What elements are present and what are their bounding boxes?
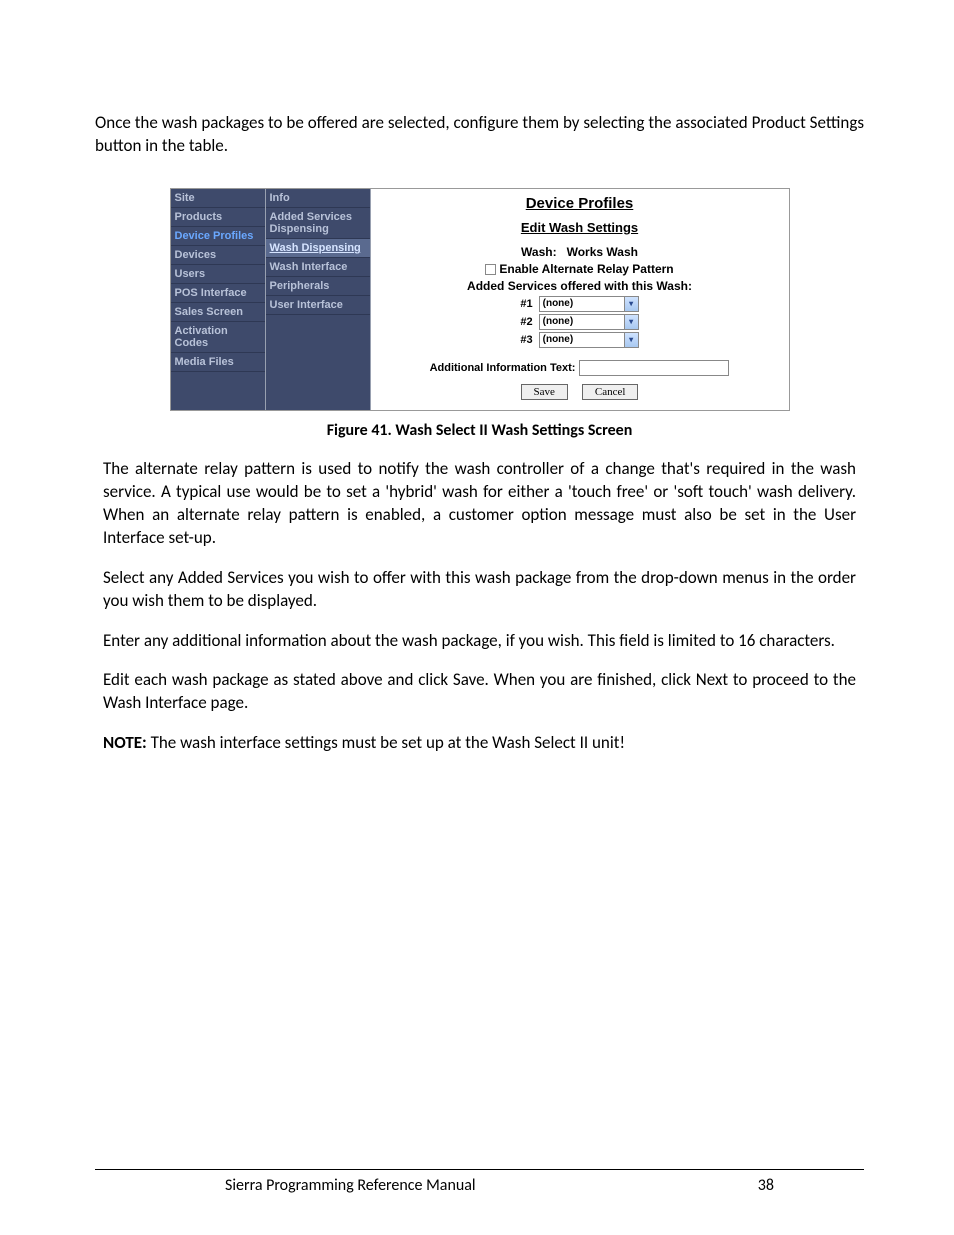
paragraph-4: Edit each wash package as stated above a… <box>95 669 864 715</box>
chevron-down-icon: ▾ <box>624 315 638 329</box>
subnav-wash-dispensing[interactable]: Wash Dispensing <box>266 239 370 258</box>
cancel-button[interactable]: Cancel <box>582 384 639 400</box>
figure-caption: Figure 41. Wash Select II Wash Settings … <box>95 421 864 440</box>
nav-users[interactable]: Users <box>171 265 265 284</box>
wash-value: Works Wash <box>567 245 638 259</box>
additional-info-row: Additional Information Text: <box>381 360 779 376</box>
service-num-1: #1 <box>520 298 532 310</box>
sub-nav: Info Added Services Dispensing Wash Disp… <box>266 189 371 410</box>
paragraph-2: Select any Added Services you wish to of… <box>95 567 864 613</box>
service-row-2: #2 (none) ▾ <box>381 314 779 330</box>
note-paragraph: NOTE: The wash interface settings must b… <box>95 732 864 755</box>
figure-wrap: Site Products Device Profiles Devices Us… <box>95 188 864 440</box>
nav-site[interactable]: Site <box>171 189 265 208</box>
service-dropdown-1[interactable]: (none) ▾ <box>539 296 639 312</box>
subnav-added-services-dispensing[interactable]: Added Services Dispensing <box>266 208 370 239</box>
enable-alt-label: Enable Alternate Relay Pattern <box>499 262 673 276</box>
services-header: Added Services offered with this Wash: <box>381 279 779 293</box>
subnav-user-interface[interactable]: User Interface <box>266 296 370 315</box>
nav-device-profiles[interactable]: Device Profiles <box>171 227 265 246</box>
main-panel: Device Profiles Edit Wash Settings Wash:… <box>371 189 789 410</box>
enable-alt-line: Enable Alternate Relay Pattern <box>381 262 779 276</box>
subnav-info[interactable]: Info <box>266 189 370 208</box>
service-value-1: (none) <box>543 298 574 309</box>
paragraph-1: The alternate relay pattern is used to n… <box>95 458 864 550</box>
nav-media-files[interactable]: Media Files <box>171 353 265 372</box>
service-value-2: (none) <box>543 316 574 327</box>
service-num-2: #2 <box>520 316 532 328</box>
additional-info-input[interactable] <box>579 360 729 376</box>
wash-line: Wash: Works Wash <box>381 245 779 259</box>
service-num-3: #3 <box>520 334 532 346</box>
nav-products[interactable]: Products <box>171 208 265 227</box>
footer-page-number: 38 <box>758 1176 774 1195</box>
nav-activation-codes[interactable]: Activation Codes <box>171 322 265 353</box>
left-nav: Site Products Device Profiles Devices Us… <box>171 189 266 410</box>
additional-info-label: Additional Information Text: <box>430 362 576 374</box>
chevron-down-icon: ▾ <box>624 333 638 347</box>
intro-paragraph: Once the wash packages to be offered are… <box>95 112 864 158</box>
note-label: NOTE: <box>103 732 147 753</box>
save-button[interactable]: Save <box>521 384 568 400</box>
panel-title: Device Profiles <box>381 195 779 212</box>
nav-pos-interface[interactable]: POS Interface <box>171 284 265 303</box>
nav-sales-screen[interactable]: Sales Screen <box>171 303 265 322</box>
page-footer: Sierra Programming Reference Manual 38 <box>95 1169 864 1195</box>
footer-title: Sierra Programming Reference Manual <box>225 1176 476 1195</box>
button-row: Save Cancel <box>381 384 779 400</box>
nav-devices[interactable]: Devices <box>171 246 265 265</box>
service-dropdown-3[interactable]: (none) ▾ <box>539 332 639 348</box>
enable-alt-checkbox[interactable] <box>485 264 496 275</box>
chevron-down-icon: ▾ <box>624 297 638 311</box>
subnav-peripherals[interactable]: Peripherals <box>266 277 370 296</box>
service-value-3: (none) <box>543 334 574 345</box>
screenshot-panel: Site Products Device Profiles Devices Us… <box>170 188 790 411</box>
service-row-1: #1 (none) ▾ <box>381 296 779 312</box>
paragraph-3: Enter any additional information about t… <box>95 630 864 653</box>
panel-subtitle: Edit Wash Settings <box>381 220 779 235</box>
subnav-wash-interface[interactable]: Wash Interface <box>266 258 370 277</box>
service-dropdown-2[interactable]: (none) ▾ <box>539 314 639 330</box>
note-text: The wash interface settings must be set … <box>147 732 625 753</box>
wash-label: Wash: <box>521 245 557 259</box>
service-row-3: #3 (none) ▾ <box>381 332 779 348</box>
